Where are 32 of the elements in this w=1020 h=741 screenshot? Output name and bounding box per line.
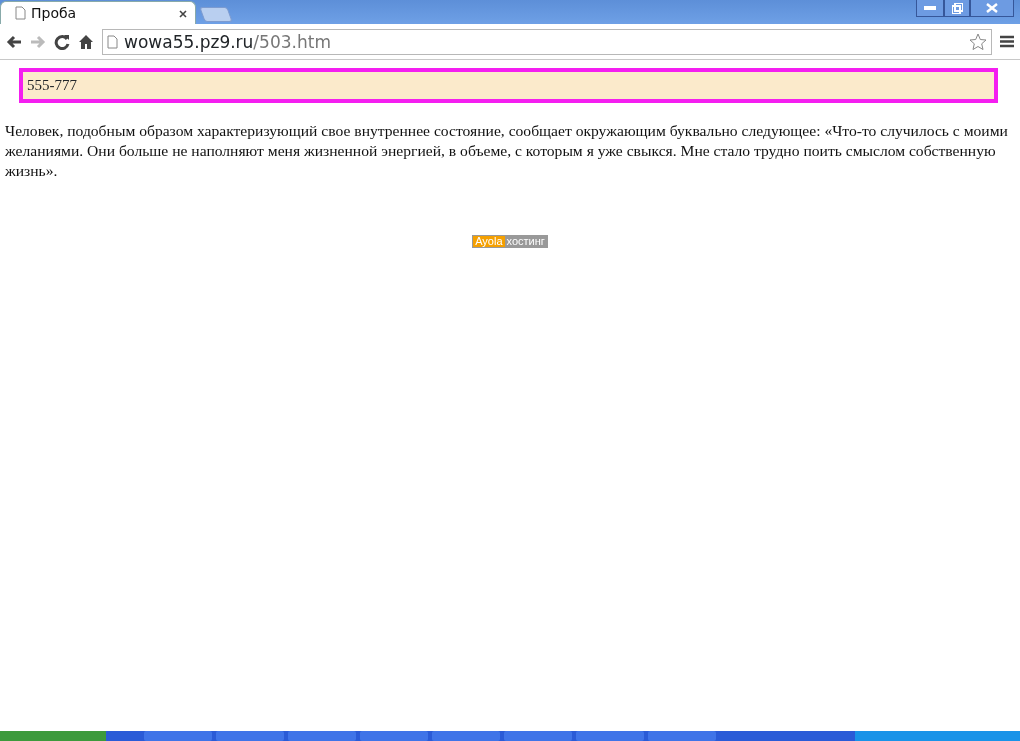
- restore-icon: [951, 2, 963, 14]
- taskbar-button[interactable]: [288, 731, 356, 741]
- taskbar-button[interactable]: [648, 731, 716, 741]
- phone-number: 555-777: [27, 76, 77, 96]
- page-icon: [15, 6, 26, 20]
- restore-button[interactable]: [944, 0, 970, 17]
- close-button[interactable]: [970, 0, 1014, 17]
- taskbar-button[interactable]: [216, 731, 284, 741]
- brand-label: Ayola: [473, 236, 505, 247]
- home-icon[interactable]: [78, 33, 94, 50]
- taskbar-button[interactable]: [432, 731, 500, 741]
- url-text: wowa55.pz9.ru/503.htm: [124, 31, 331, 52]
- hosting-label: хостинг: [504, 236, 547, 247]
- star-icon[interactable]: [969, 32, 987, 51]
- reload-icon[interactable]: [54, 33, 70, 50]
- new-tab-button[interactable]: [199, 7, 233, 22]
- minimize-icon: [924, 6, 936, 10]
- taskbar-button[interactable]: [504, 731, 572, 741]
- back-icon[interactable]: [6, 34, 22, 49]
- close-icon[interactable]: [179, 10, 187, 18]
- page-icon: [107, 34, 118, 49]
- paragraph: Человек, подобным образом характеризующий свое внутреннее состояние, сообщает окружающим буквально следующее: «Что-то случилось с моими желаниями. Они больше не наполняют меня жизненной энергией, в объеме, с которым я уже свыкся. Мне стало трудно поить смыслом собственную жизнь».: [5, 121, 1009, 181]
- taskbar-button[interactable]: [360, 731, 428, 741]
- address-bar[interactable]: wowa55.pz9.ru/503.htm: [102, 28, 992, 55]
- taskbar-button[interactable]: [576, 731, 644, 741]
- taskbar-button[interactable]: [144, 731, 212, 741]
- menu-icon[interactable]: [1000, 35, 1014, 48]
- minimize-button[interactable]: [916, 0, 944, 17]
- close-icon: [986, 3, 998, 13]
- forward-icon[interactable]: [30, 34, 46, 49]
- start-button[interactable]: [0, 731, 106, 741]
- browser-tab[interactable]: Проба: [0, 1, 196, 24]
